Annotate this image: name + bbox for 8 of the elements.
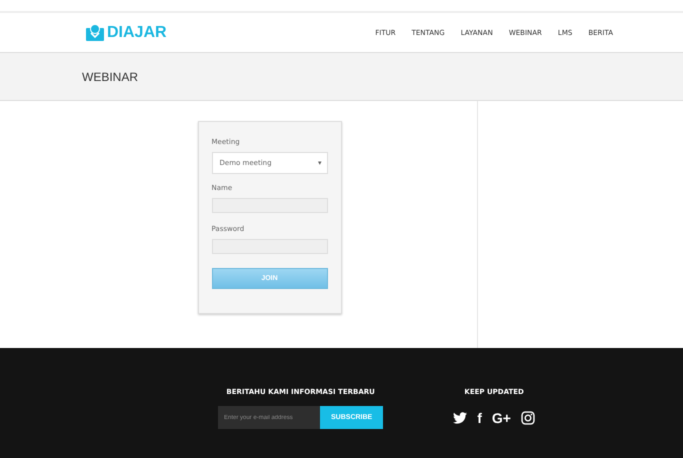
instagram-icon[interactable] [520,411,535,425]
name-field[interactable] [212,198,328,213]
page-title: WEBINAR [82,70,138,84]
password-field[interactable] [212,239,328,254]
social-link[interactable]: f [477,410,482,426]
twitter-bird-icon[interactable] [453,411,468,425]
social-link[interactable]: G+ [492,410,511,426]
logo-icon [85,24,105,42]
